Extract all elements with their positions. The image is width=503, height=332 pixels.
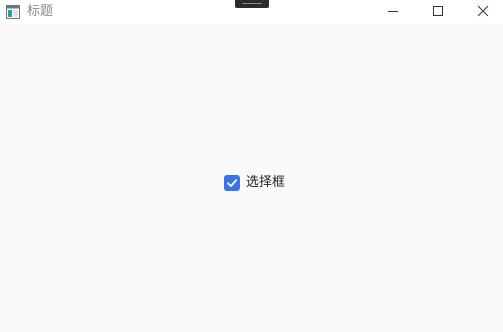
close-button[interactable] xyxy=(460,0,503,22)
title-bar[interactable]: 标题 xyxy=(0,0,503,24)
maximize-icon xyxy=(432,2,444,21)
content-area: 选择框 xyxy=(0,24,503,332)
minimize-button[interactable] xyxy=(370,0,416,22)
minimize-icon xyxy=(387,2,399,21)
app-window: 标题 选择框 xyxy=(0,0,503,332)
maximize-button[interactable] xyxy=(415,0,461,22)
close-icon xyxy=(477,2,489,21)
app-window-icon xyxy=(6,4,20,19)
drag-handle[interactable] xyxy=(235,0,269,8)
checkmark-icon xyxy=(226,174,238,193)
window-title: 标题 xyxy=(27,4,54,19)
checkbox-box[interactable] xyxy=(224,175,240,191)
select-checkbox[interactable]: 选择框 xyxy=(224,174,285,192)
checkbox-label[interactable]: 选择框 xyxy=(246,175,285,191)
